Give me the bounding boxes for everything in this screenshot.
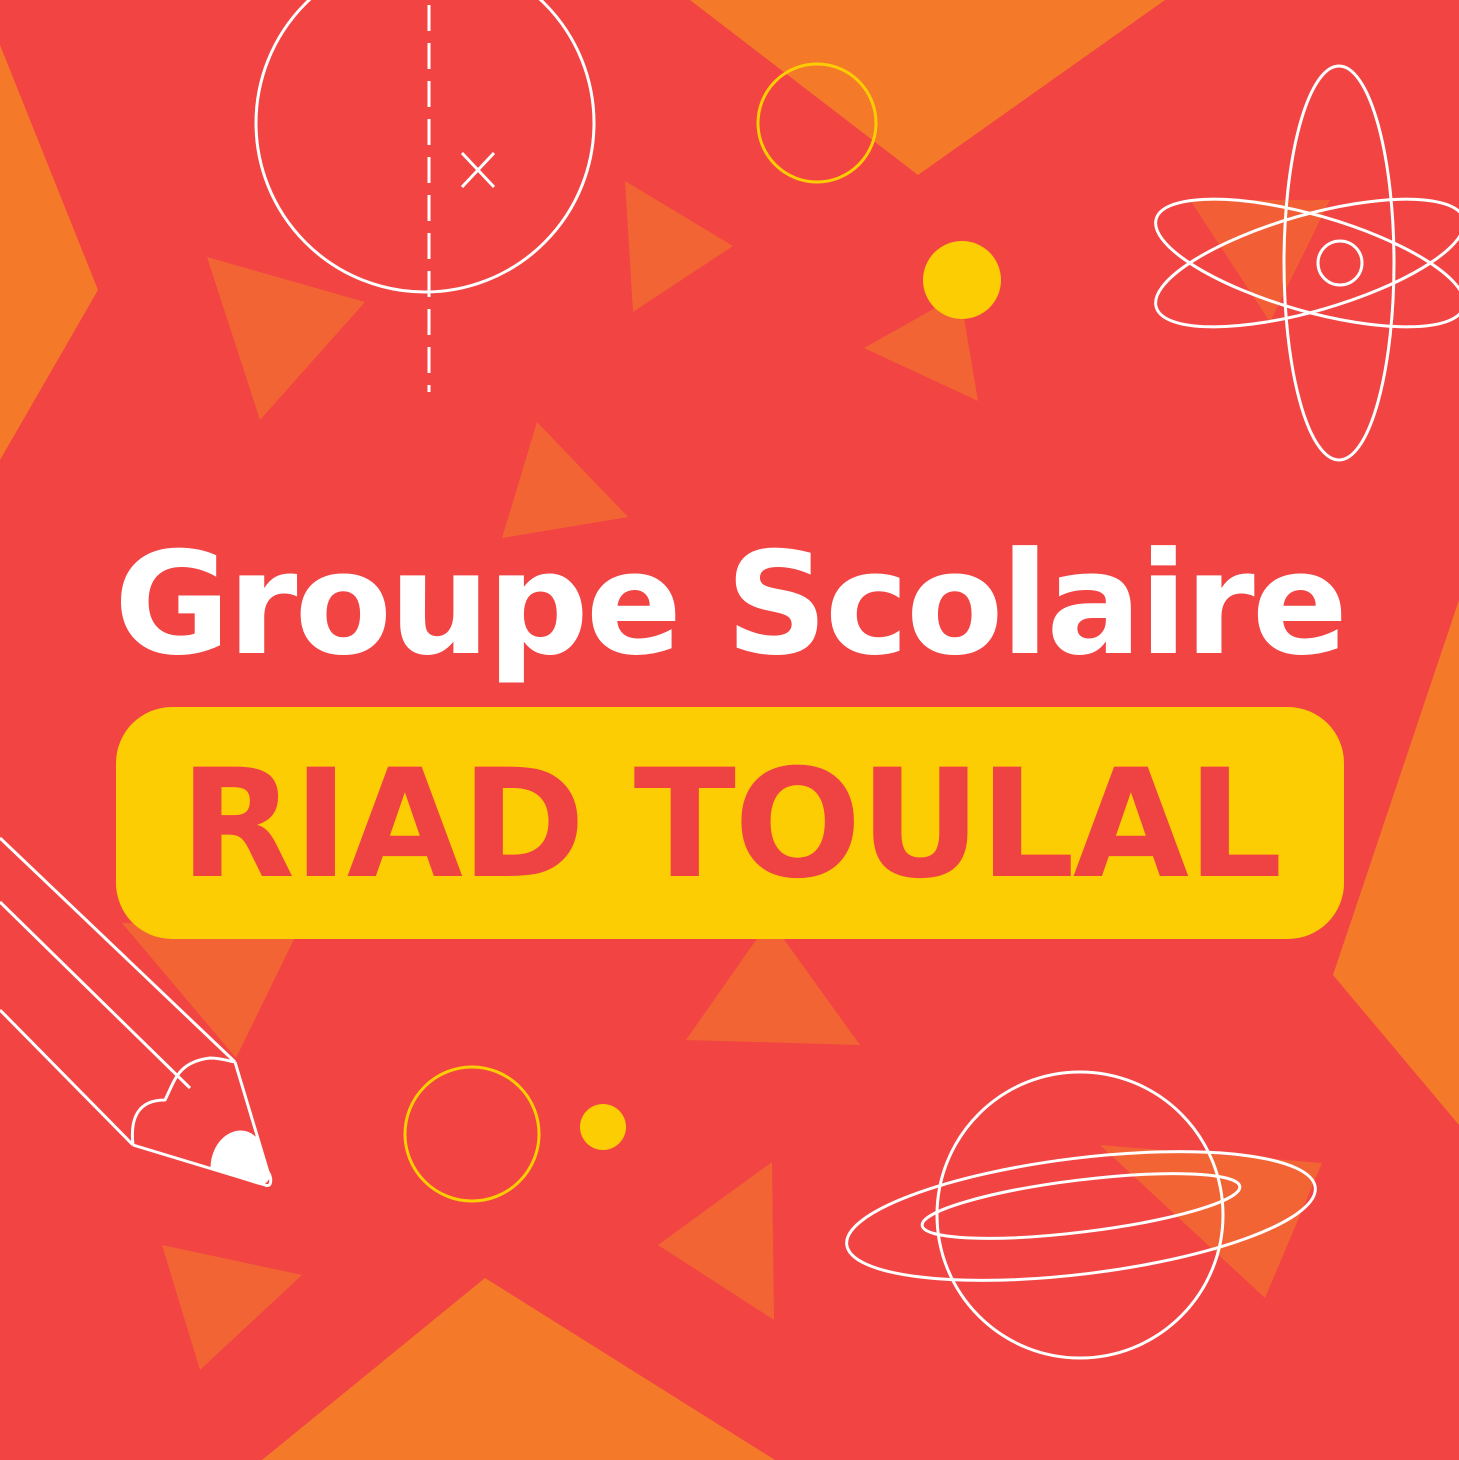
page-title: Groupe Scolaire [113,522,1348,687]
yellow-dot-icon [923,241,1001,319]
triangle [625,181,733,312]
ring-outline-icon [403,1065,541,1203]
triangle [658,1162,774,1320]
school-name: RIAD TOULAL [179,738,1282,912]
name-banner: RIAD TOULAL [116,707,1344,939]
banner-triangle-bottom [262,1278,775,1460]
triangle [162,1245,302,1370]
banner-triangle-top [690,0,1165,175]
yellow-dot-icon [580,1104,626,1150]
triangle [1190,200,1330,322]
atom-icon [1154,64,1459,462]
triangle [207,257,365,420]
corner-triangle-top-left [0,45,98,460]
